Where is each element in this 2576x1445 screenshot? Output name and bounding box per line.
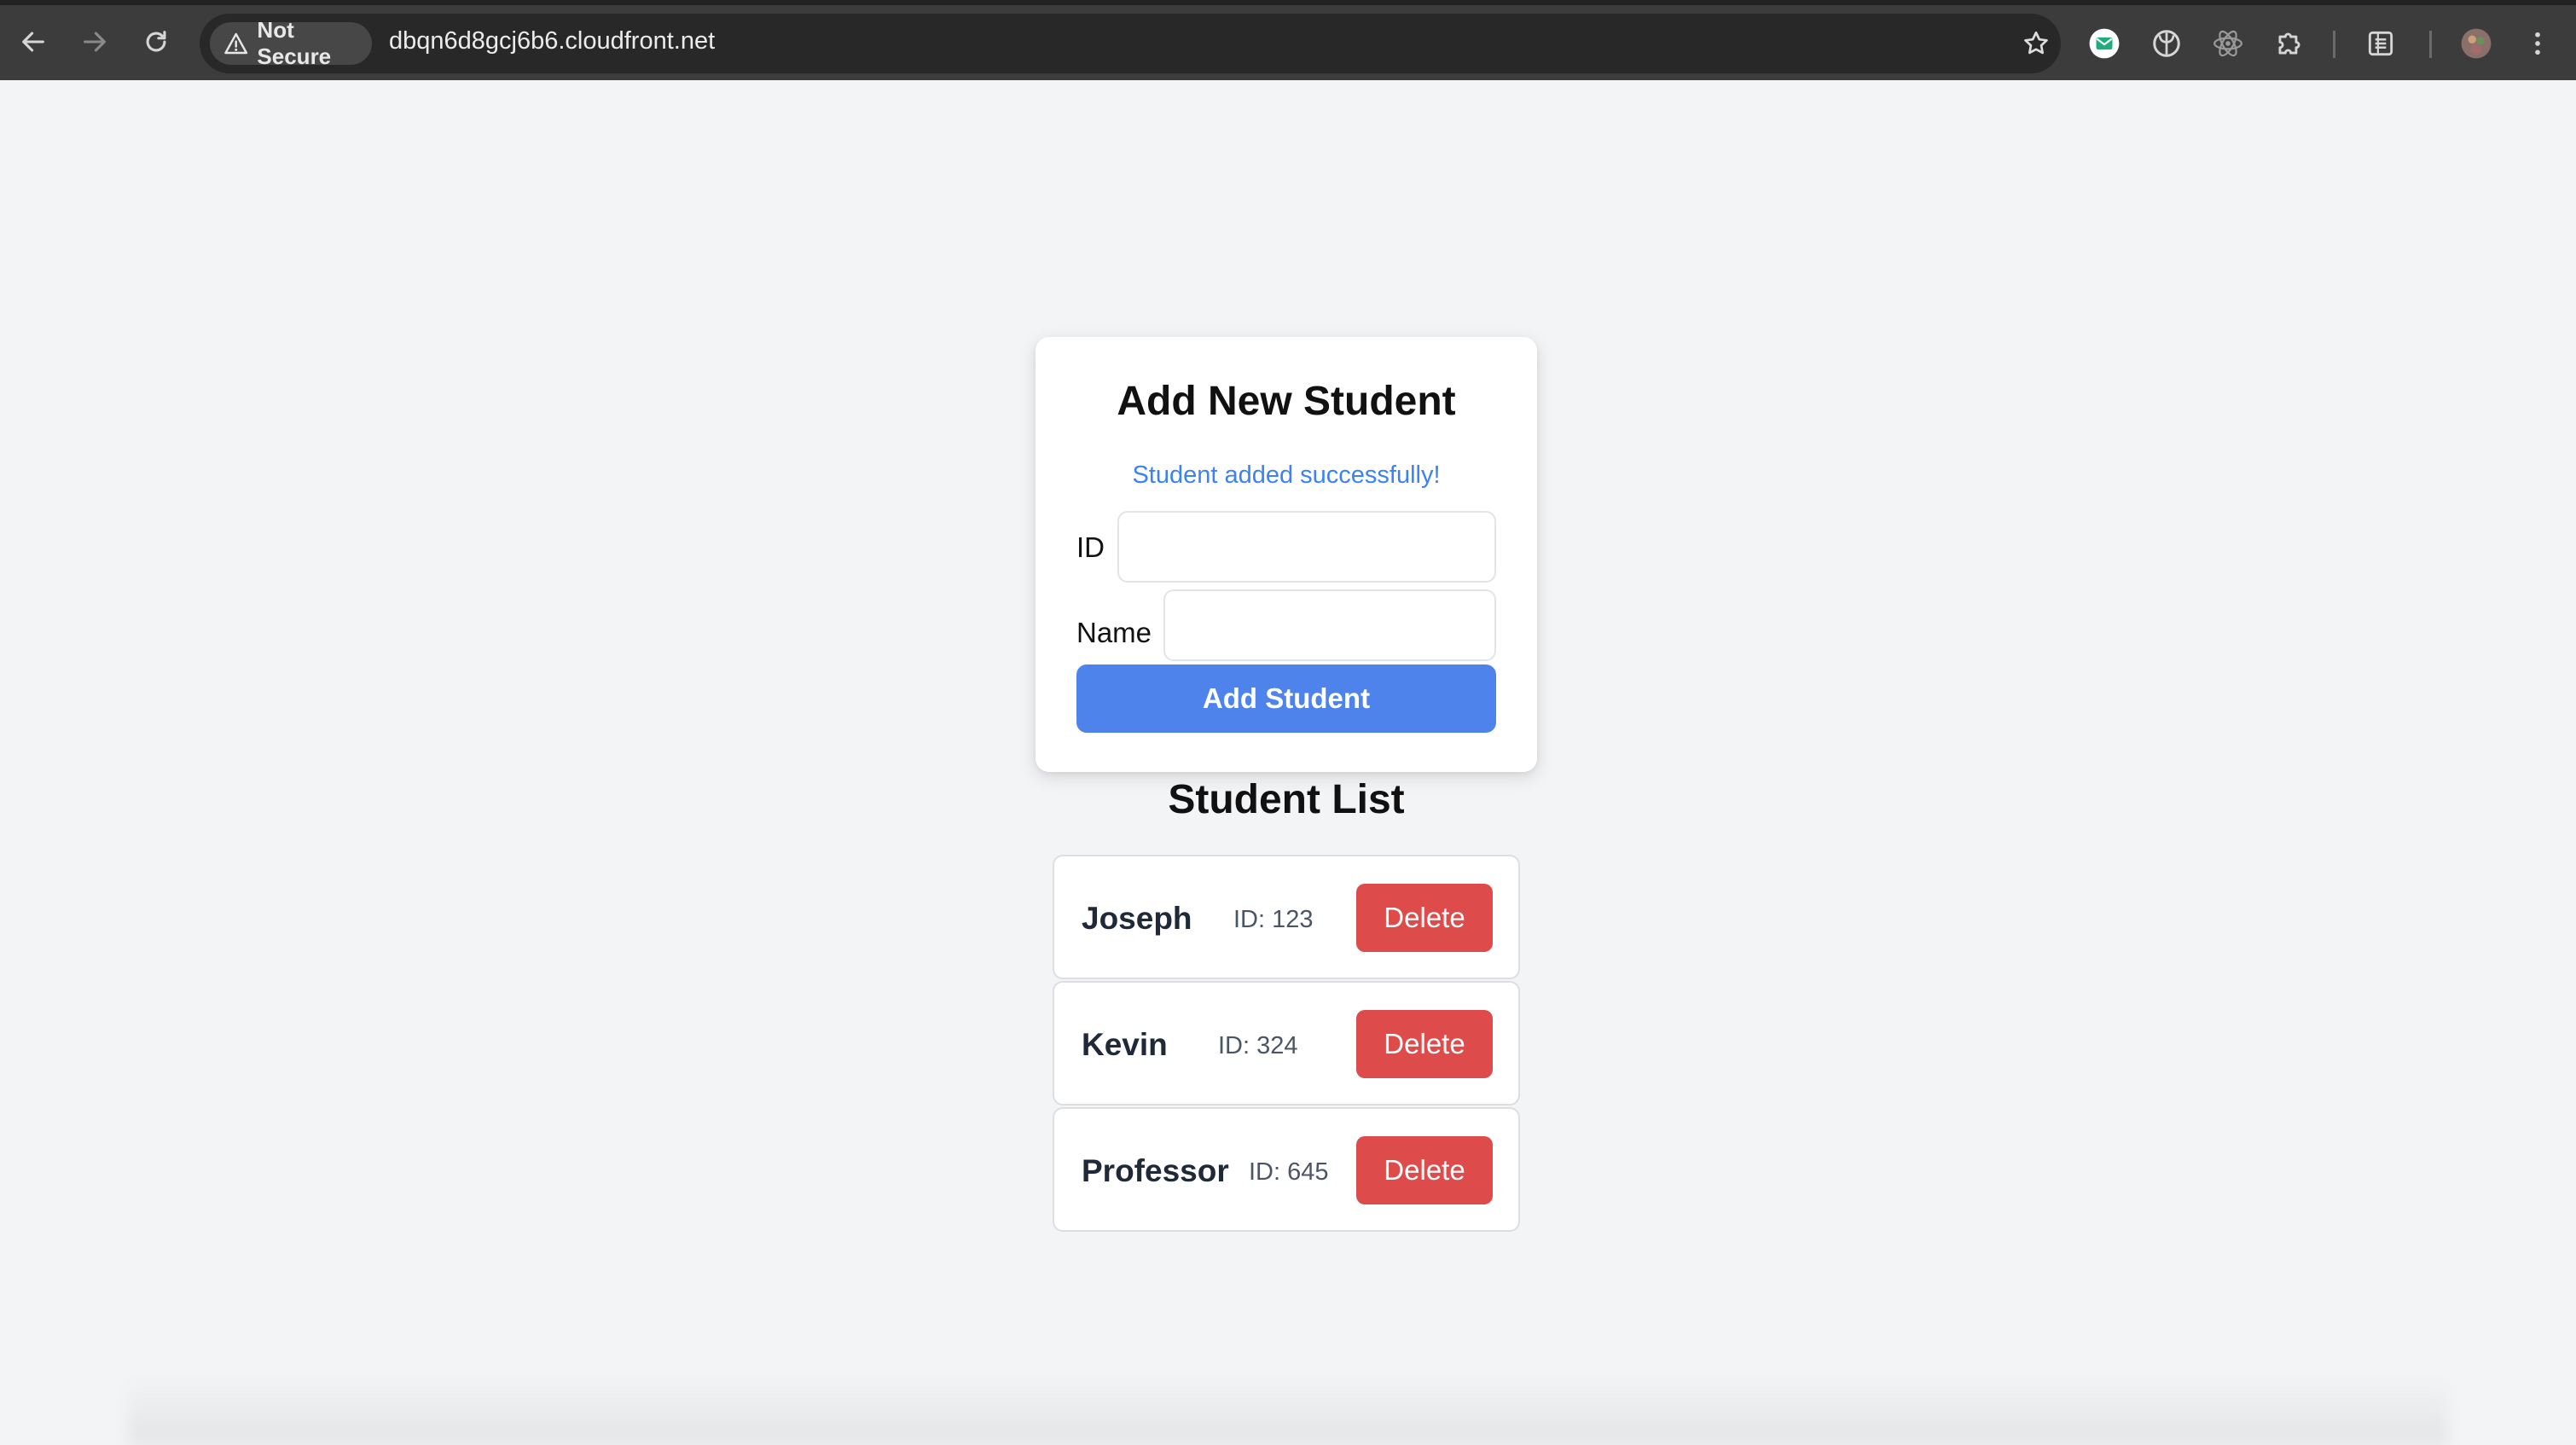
student-row: Professor ID: 645 Delete [1053, 1107, 1520, 1232]
forward-button[interactable] [73, 20, 116, 63]
student-name: Professor [1082, 1153, 1229, 1188]
extension-mail-icon [2089, 28, 2120, 59]
warning-icon [224, 32, 248, 55]
add-student-button[interactable]: Add Student [1076, 664, 1496, 733]
student-list-title: Student List [1168, 777, 1405, 822]
student-row: Joseph ID: 123 Delete [1053, 855, 1520, 979]
forward-icon [84, 32, 106, 52]
back-button[interactable] [12, 20, 55, 63]
reload-button[interactable] [135, 20, 177, 63]
more-menu-button[interactable] [2518, 24, 2557, 63]
id-label: ID [1076, 531, 1105, 563]
toolbar-divider [2333, 31, 2335, 58]
student-row: Kevin ID: 324 Delete [1053, 981, 1520, 1106]
browser-toolbar: Not Secure dbqn6d8gcj6b6.cloudfront.net [0, 0, 2576, 80]
form-title: Add New Student [1117, 379, 1456, 424]
extensions-button[interactable] [2270, 24, 2309, 63]
delete-button[interactable]: Delete [1356, 1010, 1493, 1078]
react-devtools-button[interactable] [2208, 24, 2248, 63]
student-id: ID: 123 [1233, 906, 1314, 933]
student-name: Joseph [1082, 901, 1192, 936]
name-input[interactable] [1163, 589, 1496, 661]
toolbar-divider [2429, 31, 2432, 58]
bookmark-button[interactable] [2018, 26, 2054, 61]
back-icon [22, 32, 44, 52]
delete-button[interactable]: Delete [1356, 1136, 1493, 1204]
react-devtools-icon [2213, 30, 2242, 57]
extension-mail-button[interactable] [2085, 24, 2124, 63]
address-bar[interactable]: Not Secure dbqn6d8gcj6b6.cloudfront.net [200, 14, 2061, 73]
bottom-shadow [128, 1377, 2448, 1445]
student-name: Kevin [1082, 1027, 1168, 1062]
name-label: Name [1076, 617, 1152, 648]
security-label: Not Secure [257, 17, 332, 69]
success-message: Student added successfully! [1132, 461, 1441, 489]
add-student-card: Add New Student Student added successful… [1036, 337, 1537, 772]
student-list: Joseph ID: 123 Delete Kevin ID: 324 Dele… [1053, 855, 1520, 1233]
security-indicator[interactable]: Not Secure [210, 17, 372, 69]
extension-leaf-button[interactable] [2147, 24, 2186, 63]
bookmark-star-icon [2024, 31, 2048, 55]
student-id: ID: 645 [1249, 1158, 1329, 1186]
url-text[interactable]: dbqn6d8gcj6b6.cloudfront.net [389, 27, 715, 55]
student-id: ID: 324 [1218, 1032, 1298, 1059]
profile-avatar [2461, 28, 2492, 59]
profile-button[interactable] [2457, 24, 2496, 63]
more-menu-icon [2535, 32, 2540, 55]
reload-icon [146, 31, 166, 52]
extensions-puzzle-icon [2278, 32, 2300, 55]
reading-list-button[interactable] [2361, 24, 2400, 63]
page-content: Add New Student Student added successful… [0, 80, 2576, 1445]
extension-leaf-icon [2153, 30, 2180, 57]
reading-list-icon [2368, 31, 2393, 56]
id-input[interactable] [1117, 511, 1496, 583]
delete-button[interactable]: Delete [1356, 884, 1493, 952]
